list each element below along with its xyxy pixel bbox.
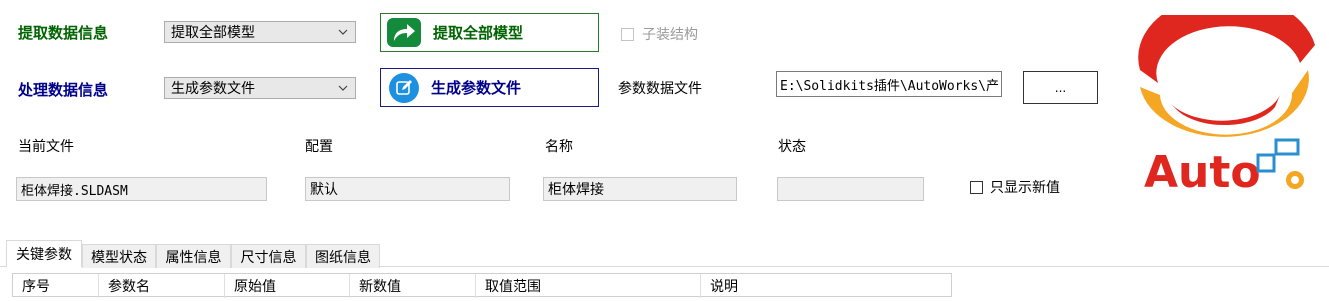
tab-dimension-info[interactable]: 尺寸信息 bbox=[231, 244, 306, 268]
column-header-description[interactable]: 说明 bbox=[701, 274, 951, 298]
tab-property-info[interactable]: 属性信息 bbox=[156, 244, 231, 268]
config-field: 默认 bbox=[305, 177, 510, 201]
browse-button[interactable]: ... bbox=[1023, 71, 1098, 104]
column-header-param-name[interactable]: 参数名 bbox=[99, 274, 225, 298]
chevron-down-icon bbox=[338, 85, 348, 91]
extract-section-label: 提取数据信息 bbox=[18, 24, 109, 42]
param-table-header: 序号 参数名 原始值 新数值 取值范围 说明 bbox=[12, 273, 952, 298]
autoworks-logo: Auto bbox=[1130, 0, 1320, 200]
share-arrow-icon bbox=[387, 18, 421, 47]
only-new-values-checkbox[interactable] bbox=[970, 181, 983, 194]
current-file-field: 柜体焊接.SLDASM bbox=[16, 177, 267, 201]
extract-mode-select[interactable]: 提取全部模型 bbox=[164, 21, 356, 43]
chevron-down-icon bbox=[338, 29, 348, 35]
extract-mode-value: 提取全部模型 bbox=[171, 25, 255, 41]
config-label: 配置 bbox=[305, 139, 333, 155]
column-header-original-value[interactable]: 原始值 bbox=[225, 274, 350, 298]
tab-drawing-info[interactable]: 图纸信息 bbox=[306, 244, 380, 268]
logo-text: Auto bbox=[1144, 147, 1261, 198]
column-header-value-range[interactable]: 取值范围 bbox=[476, 274, 701, 298]
column-header-index[interactable]: 序号 bbox=[13, 274, 99, 298]
process-section-label: 处理数据信息 bbox=[18, 81, 109, 99]
edit-icon bbox=[389, 72, 419, 103]
current-file-value: 柜体焊接.SLDASM bbox=[21, 183, 128, 199]
current-file-label: 当前文件 bbox=[18, 139, 74, 155]
generate-param-file-button-label: 生成参数文件 bbox=[431, 79, 522, 97]
name-label: 名称 bbox=[545, 139, 573, 155]
tab-key-params[interactable]: 关键参数 bbox=[6, 240, 82, 267]
extract-all-button-label: 提取全部模型 bbox=[433, 24, 524, 42]
status-field bbox=[777, 177, 924, 201]
sub-assembly-checkbox[interactable] bbox=[621, 28, 634, 41]
param-file-label: 参数数据文件 bbox=[618, 81, 702, 97]
process-mode-value: 生成参数文件 bbox=[171, 81, 255, 97]
only-new-values-label: 只显示新值 bbox=[990, 180, 1060, 196]
generate-param-file-button[interactable]: 生成参数文件 bbox=[380, 68, 599, 107]
name-field: 柜体焊接 bbox=[543, 177, 737, 201]
status-label: 状态 bbox=[778, 139, 806, 155]
sub-assembly-label: 子装结构 bbox=[642, 27, 698, 43]
param-file-path-input[interactable]: E:\Solidkits插件\AutoWorks\产 bbox=[776, 71, 1002, 97]
tab-model-status[interactable]: 模型状态 bbox=[82, 244, 156, 268]
extract-all-button[interactable]: 提取全部模型 bbox=[380, 13, 599, 52]
column-header-new-value[interactable]: 新数值 bbox=[350, 274, 476, 298]
process-mode-select[interactable]: 生成参数文件 bbox=[164, 77, 356, 99]
